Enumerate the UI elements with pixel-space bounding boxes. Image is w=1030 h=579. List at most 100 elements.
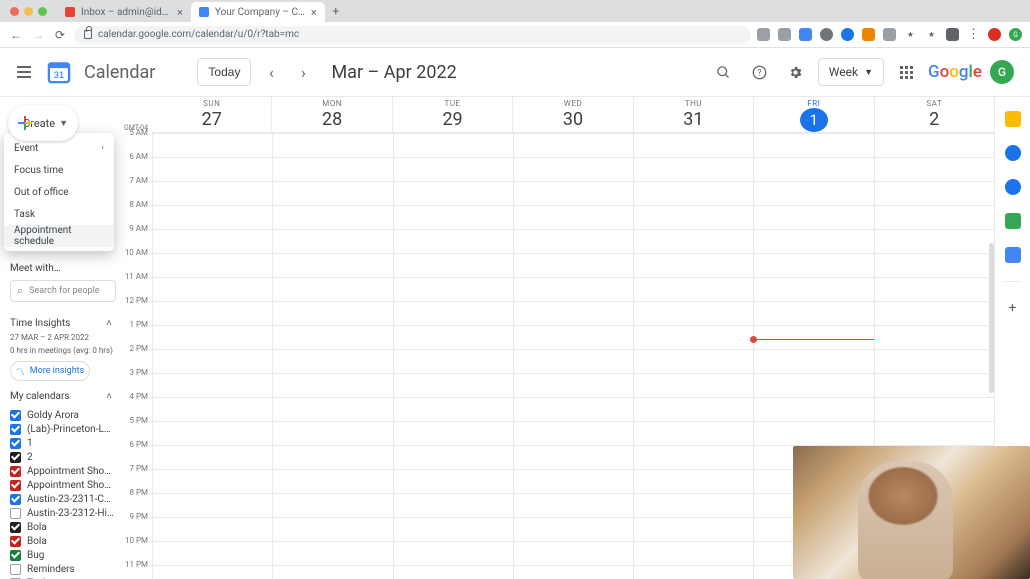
calendar-list-item[interactable]: Bola	[10, 536, 116, 547]
day-header-cell[interactable]: FRI1	[753, 97, 873, 132]
calendar-checkbox[interactable]	[10, 494, 21, 505]
hour-cell[interactable]	[514, 493, 633, 517]
hour-cell[interactable]	[394, 421, 513, 445]
hour-cell[interactable]	[394, 157, 513, 181]
ext-icon[interactable]: ★	[925, 28, 938, 41]
hour-cell[interactable]	[754, 181, 873, 205]
hour-cell[interactable]	[634, 253, 753, 277]
tasks-icon[interactable]	[1005, 145, 1021, 161]
calendar-list-item[interactable]: Austin-23-2311-Chatter Bo…	[10, 494, 116, 505]
nav-forward-icon[interactable]: →	[30, 27, 46, 43]
hour-cell[interactable]	[634, 541, 753, 565]
ext-icon[interactable]	[799, 28, 812, 41]
calendar-checkbox[interactable]	[10, 410, 21, 421]
hour-cell[interactable]	[394, 277, 513, 301]
day-column[interactable]	[152, 133, 272, 579]
hour-cell[interactable]	[153, 469, 272, 493]
hour-cell[interactable]	[634, 493, 753, 517]
hour-cell[interactable]	[153, 229, 272, 253]
hour-cell[interactable]	[634, 181, 753, 205]
calendar-list-item[interactable]: (Lab)-Princeton-L1-Resear…	[10, 424, 116, 435]
hour-cell[interactable]	[273, 181, 392, 205]
hour-cell[interactable]	[514, 277, 633, 301]
calendar-list-item[interactable]: Austin-23-2312-Highrise (…	[10, 508, 116, 519]
hour-cell[interactable]	[273, 565, 392, 579]
hour-cell[interactable]	[514, 469, 633, 493]
hour-cell[interactable]	[273, 445, 392, 469]
browser-tab[interactable]: Inbox – admin@id.goldyarora.…×	[57, 2, 191, 22]
hour-cell[interactable]	[153, 205, 272, 229]
hour-cell[interactable]	[634, 421, 753, 445]
calendar-list-item[interactable]: 2	[10, 452, 116, 463]
hour-cell[interactable]	[514, 541, 633, 565]
reload-icon[interactable]: ⟳	[52, 27, 68, 43]
hour-cell[interactable]	[634, 133, 753, 157]
nav-back-icon[interactable]: ←	[8, 27, 24, 43]
hour-cell[interactable]	[634, 469, 753, 493]
calendar-list-item[interactable]: Appointment Should be cr…	[10, 480, 116, 491]
ext-icon[interactable]	[757, 28, 770, 41]
hour-cell[interactable]	[153, 325, 272, 349]
day-column[interactable]	[513, 133, 633, 579]
close-tab-icon[interactable]: ×	[311, 6, 317, 19]
hour-cell[interactable]	[273, 157, 392, 181]
day-header-cell[interactable]: SAT2	[874, 97, 994, 132]
hour-cell[interactable]	[514, 445, 633, 469]
hour-cell[interactable]	[634, 397, 753, 421]
hour-cell[interactable]	[754, 349, 873, 373]
hour-cell[interactable]	[153, 397, 272, 421]
hour-cell[interactable]	[153, 253, 272, 277]
hour-cell[interactable]	[875, 349, 994, 373]
time-insights-title[interactable]: Time Insights ˄	[10, 318, 116, 329]
browser-tab[interactable]: Your Company – Calendar – W…×	[191, 2, 325, 22]
day-column[interactable]	[633, 133, 753, 579]
create-button[interactable]: Create ▼	[8, 105, 78, 141]
hour-cell[interactable]	[394, 469, 513, 493]
hour-cell[interactable]	[514, 133, 633, 157]
hour-cell[interactable]	[394, 541, 513, 565]
url-field[interactable]: calendar.google.com/calendar/u/0/r?tab=m…	[74, 26, 751, 44]
create-menu-item[interactable]: Task	[4, 203, 114, 225]
hour-cell[interactable]	[514, 253, 633, 277]
account-avatar[interactable]: G	[990, 60, 1014, 84]
hour-cell[interactable]	[875, 229, 994, 253]
today-button[interactable]: Today	[197, 58, 251, 86]
hour-cell[interactable]	[634, 301, 753, 325]
hour-cell[interactable]	[634, 373, 753, 397]
hour-cell[interactable]	[273, 205, 392, 229]
scrollbar[interactable]	[989, 243, 994, 393]
hour-cell[interactable]	[875, 421, 994, 445]
search-people-input[interactable]: ⌕ Search for people	[10, 280, 116, 302]
calendar-list-item[interactable]: 1	[10, 438, 116, 449]
search-icon[interactable]	[710, 58, 738, 86]
day-header-cell[interactable]: MON28	[271, 97, 391, 132]
hour-cell[interactable]	[394, 253, 513, 277]
hour-cell[interactable]	[394, 397, 513, 421]
hour-cell[interactable]	[394, 301, 513, 325]
hour-cell[interactable]	[153, 349, 272, 373]
day-header-cell[interactable]: THU31	[633, 97, 753, 132]
apps-grid-icon[interactable]	[892, 58, 920, 86]
ext-icon[interactable]: ★	[904, 28, 917, 41]
profile-icon[interactable]: G	[1009, 28, 1022, 41]
settings-gear-icon[interactable]	[782, 58, 810, 86]
hour-cell[interactable]	[273, 517, 392, 541]
hour-cell[interactable]	[514, 301, 633, 325]
hour-cell[interactable]	[394, 133, 513, 157]
hour-cell[interactable]	[634, 517, 753, 541]
hour-cell[interactable]	[273, 493, 392, 517]
close-window[interactable]	[10, 7, 19, 16]
hour-cell[interactable]	[273, 301, 392, 325]
hour-cell[interactable]	[514, 517, 633, 541]
google-logo[interactable]: Google	[928, 60, 982, 84]
hour-cell[interactable]	[875, 373, 994, 397]
hour-cell[interactable]	[273, 421, 392, 445]
hour-cell[interactable]	[273, 277, 392, 301]
day-header-cell[interactable]: SUN27	[152, 97, 271, 132]
calendar-checkbox[interactable]	[10, 424, 21, 435]
more-insights-button[interactable]: 〽 More insights	[10, 361, 90, 381]
hour-cell[interactable]	[754, 301, 873, 325]
calendar-checkbox[interactable]	[10, 522, 21, 533]
hour-cell[interactable]	[514, 157, 633, 181]
create-menu-item[interactable]: Focus time	[4, 159, 114, 181]
